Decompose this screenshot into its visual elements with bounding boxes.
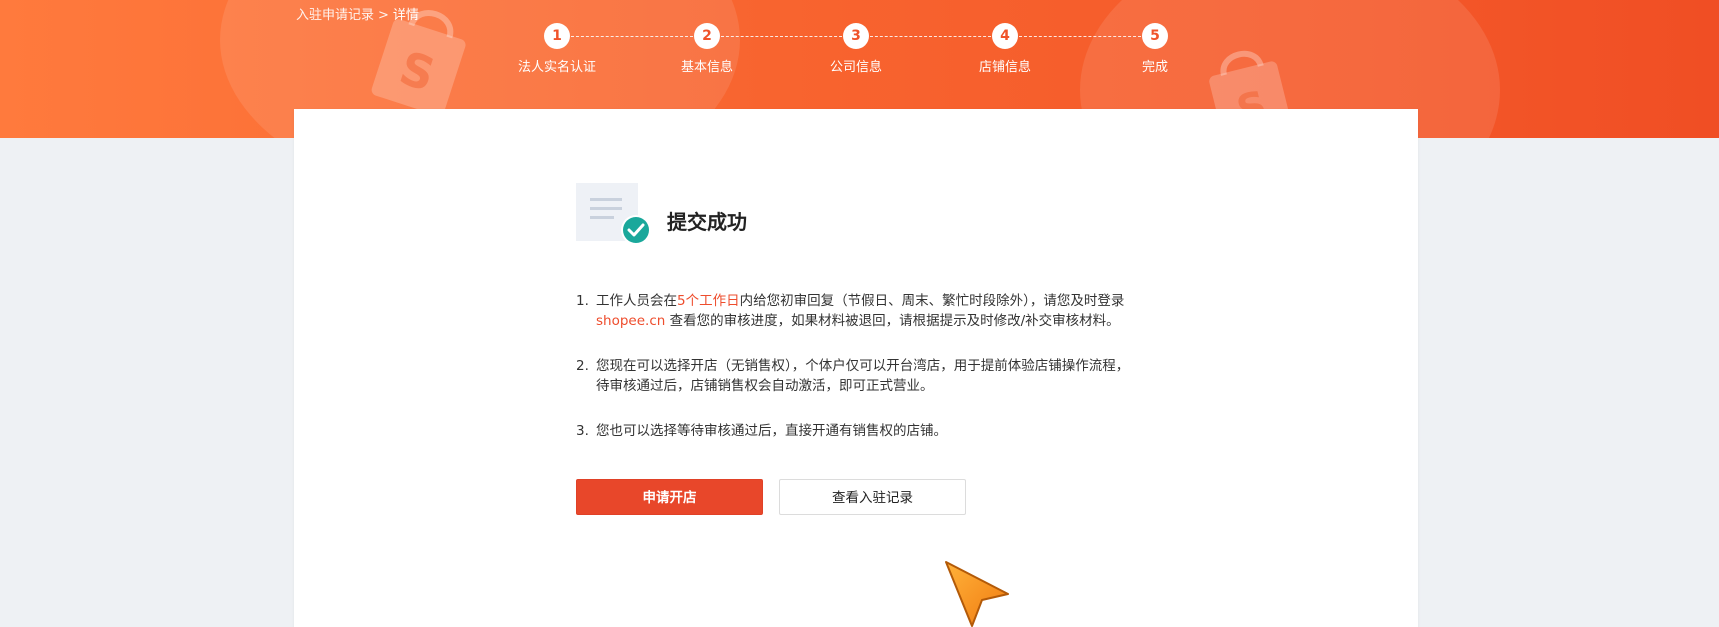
success-title: 提交成功 bbox=[667, 210, 747, 234]
instruction-text: 查看您的审核进度，如果材料被退回，请根据提示及时修改/补交审核材料。 bbox=[665, 313, 1120, 329]
instruction-text: 内给您初审回复（节假日、周末、繁忙时段除外），请您及时登录 bbox=[739, 293, 1125, 309]
document-check-icon bbox=[576, 183, 651, 245]
step-label: 基本信息 bbox=[680, 60, 733, 75]
instruction-text: 您现在可以选择开店（无销售权），个体户仅可以开台湾店，用于提前体验店铺操作流程，… bbox=[596, 358, 1130, 394]
page: S S 入驻申请记录>详情 1 法人实名认证 2 基本信息 bbox=[0, 0, 1719, 627]
step-number: 3 bbox=[843, 23, 869, 49]
instruction-index: 1. bbox=[576, 293, 589, 309]
instruction-text: 工作人员会在 bbox=[596, 293, 677, 309]
step-label: 法人实名认证 bbox=[517, 60, 596, 75]
step-number: 4 bbox=[992, 23, 1018, 49]
step-label: 店铺信息 bbox=[978, 60, 1031, 75]
step-number: 1 bbox=[544, 23, 570, 49]
review-period-highlight: 5个工作日 bbox=[677, 293, 740, 309]
instructions-list: 1. 工作人员会在5个工作日内给您初审回复（节假日、周末、繁忙时段除外），请您及… bbox=[576, 291, 1136, 466]
instruction-item: 3. 您也可以选择等待审核通过后，直接开通有销售权的店铺。 bbox=[576, 421, 1136, 441]
step-legal-person-verification: 1 法人实名认证 bbox=[507, 23, 607, 75]
step-number: 5 bbox=[1142, 23, 1168, 49]
shopee-link[interactable]: shopee.cn bbox=[596, 313, 665, 329]
step-label: 公司信息 bbox=[829, 60, 882, 75]
step-basic-info: 2 基本信息 bbox=[657, 23, 757, 75]
apply-store-button[interactable]: 申请开店 bbox=[576, 479, 763, 515]
instruction-item: 2. 您现在可以选择开店（无销售权），个体户仅可以开台湾店，用于提前体验店铺操作… bbox=[576, 356, 1136, 396]
instruction-index: 2. bbox=[576, 358, 589, 374]
instruction-text: 您也可以选择等待审核通过后，直接开通有销售权的店铺。 bbox=[596, 423, 947, 439]
step-label: 完成 bbox=[1141, 60, 1168, 75]
step-number: 2 bbox=[694, 23, 720, 49]
pointer-cursor-icon bbox=[945, 561, 1009, 627]
step-company-info: 3 公司信息 bbox=[806, 23, 906, 75]
instruction-item: 1. 工作人员会在5个工作日内给您初审回复（节假日、周末、繁忙时段除外），请您及… bbox=[576, 291, 1136, 331]
step-store-info: 4 店铺信息 bbox=[955, 23, 1055, 75]
step-complete: 5 完成 bbox=[1105, 23, 1205, 75]
view-records-button[interactable]: 查看入驻记录 bbox=[779, 479, 966, 515]
instruction-index: 3. bbox=[576, 423, 589, 439]
progress-stepper: 1 法人实名认证 2 基本信息 3 公司信息 4 店铺信息 5 完成 bbox=[0, 0, 1719, 90]
